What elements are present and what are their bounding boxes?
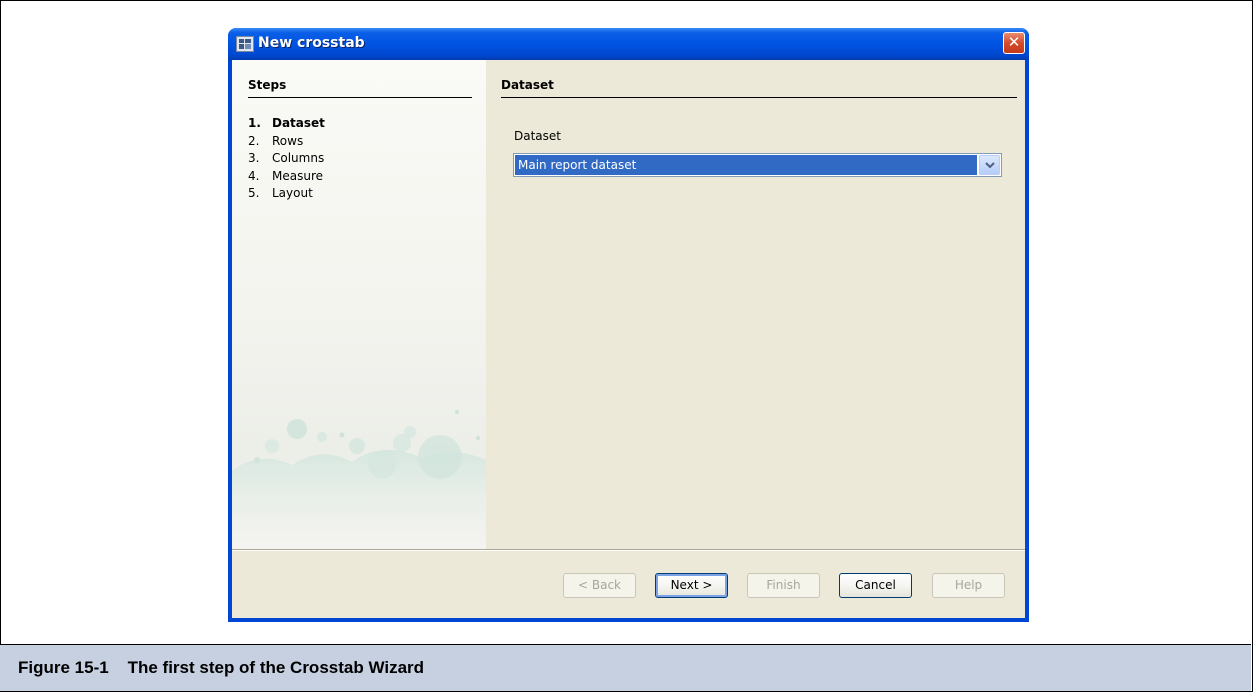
- content-divider: [501, 97, 1017, 98]
- dialog-client-area: Steps 1. Dataset 2. Rows 3. Columns 4. Measu…: [232, 60, 1025, 618]
- dropdown-toggle-button[interactable]: [979, 155, 1000, 175]
- finish-button[interactable]: Finish: [747, 573, 820, 598]
- step-number: 3.: [248, 151, 260, 165]
- step-dataset: 1. Dataset: [248, 115, 325, 133]
- content-heading: Dataset: [501, 78, 554, 92]
- title-bar[interactable]: New crosstab ✕: [228, 28, 1029, 60]
- step-label: Layout: [272, 186, 313, 200]
- step-measure: 4. Measure: [248, 168, 325, 186]
- step-number: 2.: [248, 133, 260, 148]
- steps-divider: [248, 97, 472, 98]
- button-bar-separator: [232, 549, 1025, 551]
- help-button[interactable]: Help: [932, 573, 1005, 598]
- step-number: 1.: [248, 116, 261, 130]
- steps-panel: Steps 1. Dataset 2. Rows 3. Columns 4. Measu…: [232, 60, 486, 549]
- window-title: New crosstab: [258, 35, 365, 51]
- chevron-down-icon: [985, 162, 995, 169]
- crosstab-app-icon: [236, 36, 254, 52]
- close-button[interactable]: ✕: [1003, 32, 1025, 54]
- steps-heading: Steps: [248, 78, 287, 92]
- step-label: Measure: [272, 168, 323, 183]
- step-number: 4.: [248, 168, 260, 183]
- step-rows: 2. Rows: [248, 133, 325, 151]
- dataset-label: Dataset: [514, 129, 561, 143]
- next-button[interactable]: Next >: [655, 573, 728, 598]
- step-columns: 3. Columns: [248, 150, 325, 168]
- figure-caption-bar: Figure 15-1 The first step of the Crosst…: [0, 644, 1251, 691]
- decorative-bubbles-graphic: [232, 410, 486, 549]
- step-layout: 5. Layout: [248, 185, 325, 203]
- dataset-selected-value[interactable]: Main report dataset: [515, 155, 977, 175]
- close-icon: ✕: [1007, 33, 1021, 51]
- content-panel: Dataset Dataset Main report dataset: [486, 60, 1025, 549]
- step-label: Dataset: [272, 116, 325, 130]
- cancel-button[interactable]: Cancel: [839, 573, 912, 598]
- step-number: 5.: [248, 186, 260, 200]
- back-button[interactable]: < Back: [563, 573, 636, 598]
- steps-list: 1. Dataset 2. Rows 3. Columns 4. Measure 5. L…: [248, 115, 325, 203]
- step-label: Columns: [272, 151, 325, 165]
- step-label: Rows: [272, 133, 304, 148]
- new-crosstab-dialog: New crosstab ✕ Steps 1. Dataset 2. Rows 3.…: [228, 28, 1029, 622]
- dataset-select[interactable]: Main report dataset: [513, 153, 1002, 177]
- figure-caption: Figure 15-1 The first step of the Crosst…: [18, 658, 425, 677]
